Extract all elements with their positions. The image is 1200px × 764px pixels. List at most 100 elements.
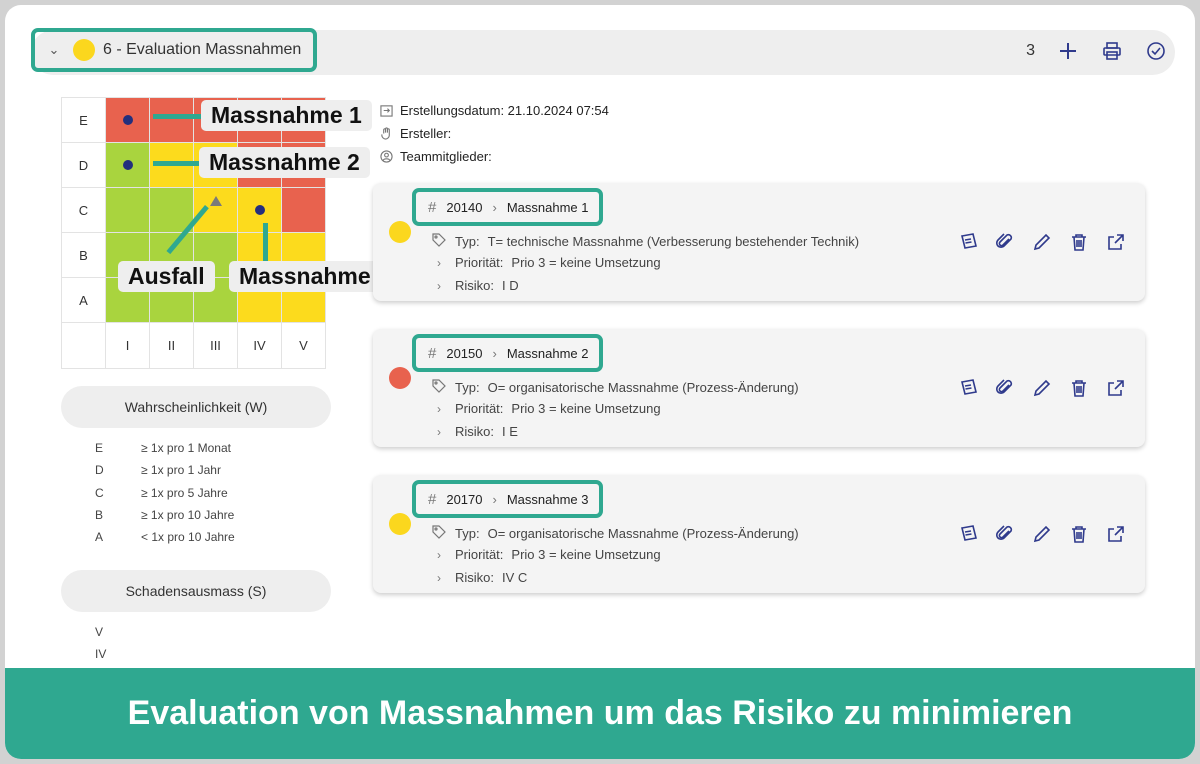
tag-icon [431, 233, 447, 250]
legend-key: D [95, 463, 104, 478]
legend-text: < 1x pro 10 Jahre [141, 530, 235, 545]
external-link-icon[interactable] [1105, 377, 1127, 399]
callout-massnahme-1: Massnahme 1 [201, 100, 372, 131]
matrix-row-label: B [61, 232, 106, 278]
matrix-row-label: E [61, 97, 106, 143]
legend-text: ≥ 1x pro 5 Jahre [141, 485, 228, 500]
matrix-cell [237, 187, 282, 233]
measure-card[interactable]: #20150 › Massnahme 2 Typ: O= organisatorisch… [373, 329, 1145, 447]
callout-ausfall: Ausfall [118, 261, 215, 292]
paperclip-icon[interactable] [994, 377, 1016, 399]
section-title: 6 - Evaluation Massnahmen [103, 41, 302, 58]
calendar-icon [379, 104, 393, 118]
header-actions: 3 [1026, 40, 1167, 62]
matrix-cell [105, 97, 150, 143]
note-icon[interactable] [957, 231, 979, 253]
chevron-right-icon: › [437, 401, 441, 416]
chevron-right-icon: › [437, 255, 441, 270]
measure-card[interactable]: #20170 › Massnahme 3 Typ: O= organisatorisch… [373, 475, 1145, 593]
caption-banner: Evaluation von Massnahmen um das Risiko … [5, 668, 1195, 759]
meta-creator-row: Ersteller: [379, 122, 609, 145]
card-status-dot [389, 367, 411, 389]
card-type-label: Typ: [455, 380, 480, 395]
probability-legend-row: D ≥ 1x pro 1 Jahr [95, 463, 235, 485]
meta-info: Erstellungsdatum: 21.10.2024 07:54 Erste… [379, 99, 609, 168]
legend-key: B [95, 507, 104, 522]
trash-icon[interactable] [1068, 231, 1090, 253]
card-type-label: Typ: [455, 234, 480, 249]
item-count: 3 [1026, 42, 1035, 59]
chevron-down-icon[interactable]: ⌄ [35, 42, 73, 58]
trash-icon[interactable] [1068, 377, 1090, 399]
hash-icon: # [428, 344, 437, 362]
risk-matrix: E D C B A I II III IV V [61, 97, 326, 369]
tag-icon [431, 379, 447, 396]
probability-legend-row: A < 1x pro 10 Jahre [95, 530, 235, 552]
card-actions [957, 523, 1127, 545]
card-actions [957, 377, 1127, 399]
marker-massnahme-2 [122, 160, 133, 170]
card-type-row: Typ: O= organisatorische Massnahme (Proze… [431, 379, 799, 396]
probability-legend-row: C ≥ 1x pro 5 Jahre [95, 486, 235, 508]
card-priority-row: › Priorität: Prio 3 = keine Umsetzung [431, 401, 661, 416]
card-id-box[interactable]: #20140 › Massnahme 1 [412, 188, 603, 226]
card-priority: Prio 3 = keine Umsetzung [511, 255, 661, 270]
chevron-right-icon: › [437, 547, 441, 562]
trash-icon[interactable] [1068, 523, 1090, 545]
damage-pill[interactable]: Schadensausmass (S) [61, 570, 331, 612]
hand-icon [379, 127, 393, 141]
plus-icon[interactable] [1057, 40, 1079, 62]
card-risk-row: › Risiko: IV C [431, 570, 527, 585]
paperclip-icon[interactable] [994, 523, 1016, 545]
pencil-icon[interactable] [1031, 377, 1053, 399]
card-type: T= technische Massnahme (Verbesserung be… [487, 234, 860, 249]
probability-legend: E ≥ 1x pro 1 Monat D ≥ 1x pro 1 Jahr C ≥ 1x p… [95, 441, 235, 552]
meta-team: Teammitglieder: [400, 149, 492, 164]
pencil-icon[interactable] [1031, 231, 1053, 253]
matrix-col-label: I [105, 322, 150, 369]
matrix-cell [105, 142, 150, 188]
legend-key: V [95, 625, 104, 639]
card-risk-row: › Risiko: I E [431, 424, 518, 439]
check-circle-icon[interactable] [1145, 40, 1167, 62]
legend-key: E [95, 441, 104, 455]
chevron-right-icon: › [492, 199, 497, 215]
matrix-row-label: A [61, 277, 106, 323]
card-risk-row: › Risiko: I D [431, 278, 519, 293]
external-link-icon[interactable] [1105, 231, 1127, 253]
card-name: Massnahme 3 [506, 491, 589, 507]
print-icon[interactable] [1101, 40, 1123, 62]
tag-icon [431, 525, 447, 542]
pencil-icon[interactable] [1031, 523, 1053, 545]
card-risk-label: Risiko: [455, 278, 495, 293]
paperclip-icon[interactable] [994, 231, 1016, 253]
card-type-row: Typ: T= technische Massnahme (Verbesserun… [431, 233, 859, 250]
marker-ausfall [209, 196, 222, 206]
card-priority-label: Priorität: [455, 255, 504, 270]
status-dot [73, 39, 95, 61]
probability-pill[interactable]: Wahrscheinlichkeit (W) [61, 386, 331, 428]
section-title-box[interactable]: ⌄ 6 - Evaluation Massnahmen [31, 28, 317, 72]
callout-line-m1 [153, 114, 201, 119]
hash-icon: # [428, 198, 437, 216]
card-id-box[interactable]: #20150 › Massnahme 2 [412, 334, 603, 372]
callout-line-m3 [263, 223, 268, 261]
external-link-icon[interactable] [1105, 523, 1127, 545]
chevron-right-icon: › [437, 570, 441, 585]
matrix-col-label: V [281, 322, 326, 369]
legend-key: A [95, 530, 104, 545]
card-id-box[interactable]: #20170 › Massnahme 3 [412, 480, 603, 518]
card-id: 20170 [446, 491, 483, 507]
card-actions [957, 231, 1127, 253]
card-status-dot [389, 513, 411, 535]
matrix-row-label: D [61, 142, 106, 188]
card-type-label: Typ: [455, 526, 480, 541]
card-id: 20150 [446, 345, 483, 361]
hash-icon: # [428, 490, 437, 508]
matrix-col-label: III [193, 322, 238, 369]
note-icon[interactable] [957, 523, 979, 545]
damage-legend: V IV [95, 625, 141, 670]
measure-card[interactable]: #20140 › Massnahme 1 Typ: T= technische Mass… [373, 183, 1145, 301]
legend-key: C [95, 485, 104, 500]
note-icon[interactable] [957, 377, 979, 399]
